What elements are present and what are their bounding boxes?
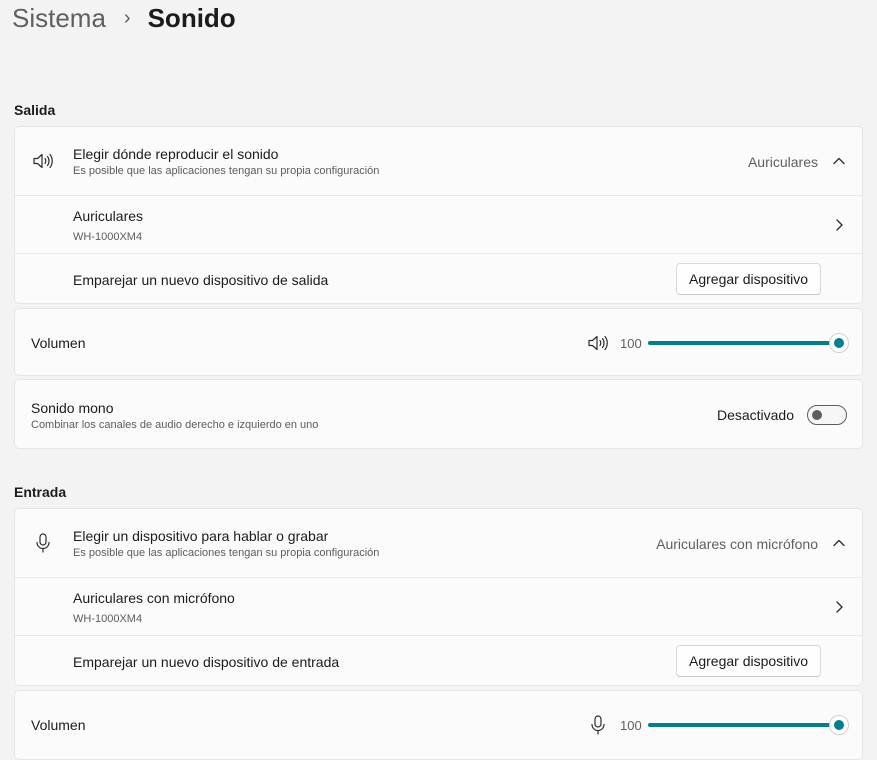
output-volume-track-fill bbox=[648, 341, 838, 345]
speaker-icon bbox=[32, 150, 54, 172]
input-chooser-title: Elegir un dispositivo para hablar o grab… bbox=[73, 528, 329, 544]
add-output-device-button[interactable]: Agregar dispositivo bbox=[676, 263, 822, 295]
chevron-up-icon[interactable] bbox=[831, 153, 847, 169]
input-chooser-subtitle: Es posible que las aplicaciones tengan s… bbox=[73, 547, 380, 559]
microphone-icon[interactable] bbox=[587, 714, 609, 736]
input-device-card: Elegir un dispositivo para hablar o grab… bbox=[14, 508, 863, 686]
speaker-icon[interactable] bbox=[587, 332, 609, 354]
mono-audio-state: Desactivado bbox=[716, 407, 794, 423]
add-input-device-button[interactable]: Agregar dispositivo bbox=[676, 645, 822, 677]
output-chooser-title: Elegir dónde reproducir el sonido bbox=[73, 146, 279, 162]
input-pair-label: Emparejar un nuevo dispositivo de entrad… bbox=[73, 654, 340, 670]
input-volume-card: Volumen 100 bbox=[14, 690, 863, 760]
mono-audio-subtitle: Combinar los canales de audio derecho e … bbox=[31, 419, 319, 431]
mono-audio-title: Sonido mono bbox=[31, 400, 114, 416]
output-device-row[interactable]: Auriculares WH-1000XM4 bbox=[15, 195, 862, 253]
input-device-name: Auriculares con micrófono bbox=[73, 590, 235, 606]
input-selected-device: Auriculares con micrófono bbox=[656, 536, 818, 552]
input-chooser-row[interactable]: Elegir un dispositivo para hablar o grab… bbox=[15, 509, 862, 577]
output-volume-card: Volumen 100 bbox=[14, 308, 863, 376]
output-chooser-subtitle: Es posible que las aplicaciones tengan s… bbox=[73, 165, 380, 177]
chevron-right-icon[interactable] bbox=[831, 217, 847, 233]
breadcrumb-parent-sistema[interactable]: Sistema bbox=[12, 3, 106, 34]
section-title-output: Salida bbox=[14, 102, 56, 118]
output-device-name: Auriculares bbox=[73, 208, 144, 224]
breadcrumb: Sistema › Sonido bbox=[12, 0, 236, 36]
mono-audio-toggle[interactable] bbox=[807, 405, 847, 425]
toggle-knob bbox=[812, 410, 822, 420]
input-volume-thumb[interactable] bbox=[829, 715, 849, 735]
chevron-right-breadcrumb-icon: › bbox=[123, 6, 131, 29]
input-pair-row: Emparejar un nuevo dispositivo de entrad… bbox=[15, 635, 862, 685]
input-device-model: WH-1000XM4 bbox=[73, 613, 143, 625]
section-title-input: Entrada bbox=[14, 484, 67, 500]
output-volume-value: 100 bbox=[620, 336, 642, 351]
output-pair-label: Emparejar un nuevo dispositivo de salida bbox=[73, 272, 329, 288]
input-volume-value: 100 bbox=[620, 718, 642, 733]
output-selected-device: Auriculares bbox=[747, 154, 818, 170]
output-volume-label: Volumen bbox=[31, 335, 86, 351]
input-device-row[interactable]: Auriculares con micrófono WH-1000XM4 bbox=[15, 577, 862, 635]
page-title: Sonido bbox=[147, 2, 236, 33]
output-device-card: Elegir dónde reproducir el sonido Es pos… bbox=[14, 126, 863, 304]
input-volume-label: Volumen bbox=[31, 717, 86, 733]
input-volume-track-fill bbox=[648, 723, 838, 727]
microphone-icon bbox=[32, 532, 54, 554]
mono-audio-card: Sonido mono Combinar los canales de audi… bbox=[14, 379, 863, 449]
chevron-right-icon[interactable] bbox=[831, 599, 847, 615]
output-device-model: WH-1000XM4 bbox=[73, 231, 143, 243]
output-chooser-row[interactable]: Elegir dónde reproducir el sonido Es pos… bbox=[15, 127, 862, 195]
chevron-up-icon[interactable] bbox=[831, 535, 847, 551]
output-pair-row: Emparejar un nuevo dispositivo de salida… bbox=[15, 253, 862, 303]
output-volume-thumb[interactable] bbox=[829, 333, 849, 353]
